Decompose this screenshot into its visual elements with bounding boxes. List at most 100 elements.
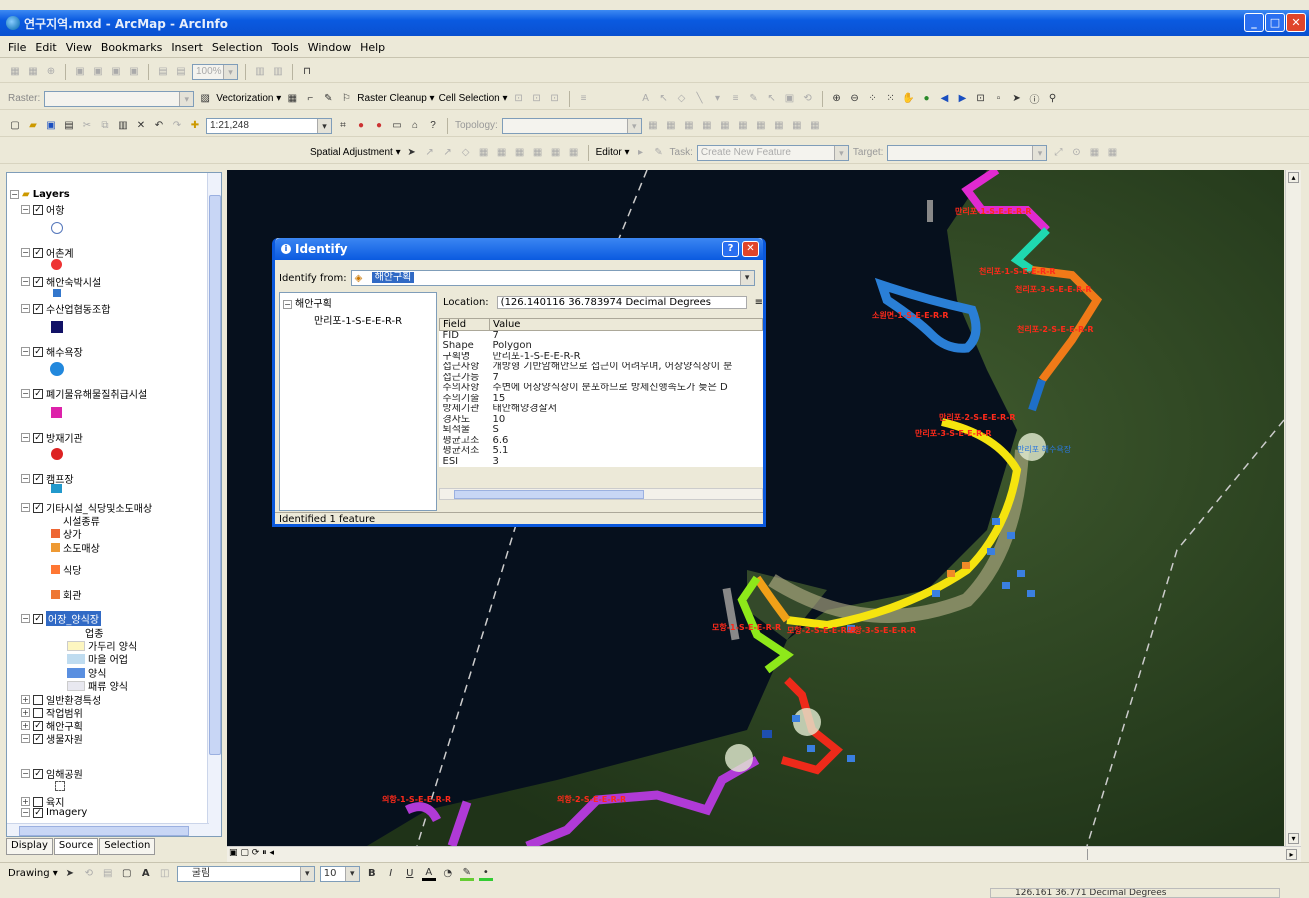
redo-icon[interactable]: ↷ [170,119,184,133]
tool-icon[interactable]: ↗ [423,146,437,160]
drawing-menu[interactable]: Drawing ▾ [8,868,58,879]
layer-checkbox[interactable]: ✓ [33,388,43,399]
paste-icon[interactable]: ▥ [116,119,130,133]
full-extent-icon[interactable]: ● [920,92,934,106]
clear-selection-icon[interactable]: ▫ [992,92,1006,106]
pencil-icon[interactable]: ✎ [321,92,335,106]
tree-child[interactable]: 만리포-1-S-E-E-R-R [280,312,436,327]
layer-checkbox[interactable]: ✓ [33,303,43,314]
undo-icon[interactable]: ↶ [152,119,166,133]
layer-label[interactable]: 폐기물유해물질취급시설 [46,386,147,401]
results-scroll-thumb[interactable] [454,490,644,499]
table-row[interactable]: 경사도 10 [440,415,763,426]
table-row[interactable]: 구획명 만리포-1-S-E-E-R-R [440,352,763,363]
vectorization-menu[interactable]: Vectorization ▾ [216,93,281,104]
tool-icon[interactable]: ▦ [8,65,22,79]
results-hscrollbar[interactable] [439,488,763,500]
table-row[interactable]: 접근가능 7 [440,373,763,384]
tab-selection[interactable]: Selection [99,838,156,855]
help-icon[interactable]: ? [426,119,440,133]
back-extent-icon[interactable]: ◀ [938,92,952,106]
tool-icon[interactable]: ▥ [253,65,267,79]
tool-icon[interactable]: ⊡ [530,92,544,106]
table-row[interactable]: Shape Polygon [440,341,763,352]
tool-icon[interactable]: ▦ [1087,146,1101,160]
table-row[interactable]: FID 7 [440,331,763,342]
rectangle-icon[interactable]: ▢ [120,867,134,881]
tool-icon[interactable]: ▥ [271,65,285,79]
font-color-icon[interactable]: A [421,867,436,881]
layer-checkbox[interactable]: ✓ [33,768,43,779]
menu-help[interactable]: Help [360,41,385,54]
tool-icon[interactable]: ⌐ [303,92,317,106]
font-combo[interactable]: 굴림 [176,865,315,882]
tool-icon[interactable]: ▦ [513,146,527,160]
layer-checkbox[interactable]: ✓ [33,473,43,484]
collapse-icon[interactable]: − [21,248,30,257]
tool-icon[interactable]: ▣ [91,65,105,79]
scroll-right-icon[interactable]: ▸ [1286,849,1297,860]
tool-icon[interactable]: ▦ [754,119,768,133]
toolbox-icon[interactable]: ▭ [390,119,404,133]
tool-icon[interactable]: ▦ [736,119,750,133]
fixed-zoom-out-icon[interactable]: ⁙ [884,92,898,106]
delete-icon[interactable]: ✕ [134,119,148,133]
maximize-button[interactable]: □ [1265,13,1285,32]
collapse-icon[interactable]: − [21,304,30,313]
tool-icon[interactable]: A [639,92,653,106]
layer-checkbox[interactable]: ✓ [33,720,43,731]
minimize-button[interactable]: _ [1244,13,1264,32]
close-dialog-button[interactable]: ✕ [742,241,759,257]
collapse-icon[interactable]: − [10,190,19,199]
target-combo[interactable] [887,144,1048,161]
zoom-width-icon[interactable]: ▤ [101,867,115,881]
expand-icon[interactable]: + [21,695,30,704]
tool-icon[interactable]: ⊡ [548,92,562,106]
table-row[interactable]: 주의기술 15 [440,394,763,405]
tool-icon[interactable]: ▦ [26,65,40,79]
marker-color-icon[interactable]: • [478,867,493,881]
spatial-adjustment-menu[interactable]: Spatial Adjustment ▾ [310,147,401,158]
tool-icon[interactable]: ⊡ [512,92,526,106]
toc-scrollbar[interactable] [207,173,221,836]
collapse-icon[interactable]: − [21,808,30,817]
layer-checkbox[interactable] [33,694,43,705]
scale-combo[interactable]: 1:21,248 [206,117,332,134]
layer-label[interactable]: 임해공원 [46,766,83,781]
layer-checkbox[interactable]: ✓ [33,733,43,744]
toc-hscrollbar[interactable] [7,823,209,836]
tool-icon[interactable]: ▾ [711,92,725,106]
tool-icon[interactable]: ▦ [477,146,491,160]
collapse-icon[interactable]: − [21,734,30,743]
layer-checkbox[interactable]: ✓ [33,613,43,624]
tool-icon[interactable]: ▦ [531,146,545,160]
scroll-down-icon[interactable]: ▾ [1288,833,1299,844]
menu-file[interactable]: File [8,41,26,54]
task-combo[interactable]: Create New Feature [696,144,849,161]
new-text-icon[interactable]: A [139,867,153,881]
layer-checkbox[interactable] [33,796,43,807]
tool-icon[interactable]: ▦ [1105,146,1119,160]
collapse-icon[interactable]: − [21,769,30,778]
tool-icon[interactable]: ▦ [700,119,714,133]
cell-selection-menu[interactable]: Cell Selection ▾ [439,93,508,104]
tool-icon[interactable]: ⊕ [44,65,58,79]
select-features-icon[interactable]: ⊡ [974,92,988,106]
layer-label[interactable]: 생물자원 [46,731,83,746]
table-row[interactable]: ESI 3 [440,457,763,468]
tool-icon[interactable]: ⊙ [1069,146,1083,160]
tool-icon[interactable]: ▦ [549,146,563,160]
tool-icon[interactable]: ▤ [174,65,188,79]
tool-icon[interactable]: ▣ [109,65,123,79]
collapse-icon[interactable]: − [21,205,30,214]
help-button[interactable]: ? [722,241,739,257]
select-arrow-icon[interactable]: ➤ [405,146,419,160]
underline-icon[interactable]: U [403,867,417,881]
fill-color-icon[interactable]: ◔ [441,867,455,881]
tool-icon[interactable]: ▦ [646,119,660,133]
table-row[interactable]: 방제기관 태안해양경찰서 [440,404,763,415]
zoom-in-icon[interactable]: ⊕ [830,92,844,106]
raster-combo[interactable] [44,90,195,107]
table-row[interactable]: 평균저조 5.1 [440,446,763,457]
tool-icon[interactable]: ▦ [718,119,732,133]
